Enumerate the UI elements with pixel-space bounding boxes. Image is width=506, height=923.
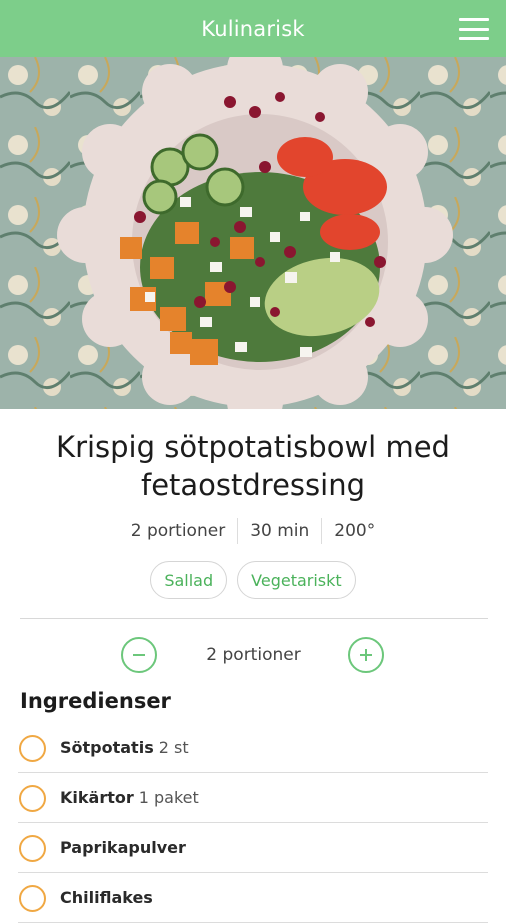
tag-list: Sallad Vegetariskt <box>0 561 506 599</box>
section-divider <box>20 618 488 619</box>
ingredients-heading: Ingredienser <box>20 689 171 713</box>
ingredient-name: Paprikapulver <box>60 838 186 857</box>
checkbox-circle-icon[interactable] <box>19 885 46 912</box>
portion-stepper: 2 portioner <box>0 637 506 677</box>
app-title: Kulinarisk <box>201 16 305 41</box>
ingredient-amount: 2 st <box>158 738 189 757</box>
checkbox-circle-icon[interactable] <box>19 785 46 812</box>
meta-time: 30 min <box>250 521 310 541</box>
plus-circle-icon[interactable] <box>348 637 384 673</box>
recipe-title: Krispig sötpotatisbowl med fetaostdressi… <box>56 430 450 502</box>
ingredient-name: Chiliflakes <box>60 888 153 907</box>
ingredient-name: Kikärtor <box>60 788 134 807</box>
meta-portions: 2 portioner <box>130 521 226 541</box>
ingredient-item[interactable]: Sötpotatis 2 st <box>18 723 488 773</box>
recipe-photo <box>0 57 506 409</box>
checkbox-circle-icon[interactable] <box>19 735 46 762</box>
meta-temperature: 200° <box>334 521 376 541</box>
checkbox-circle-icon[interactable] <box>19 835 46 862</box>
ingredient-item[interactable]: Paprikapulver <box>18 823 488 873</box>
minus-circle-icon[interactable] <box>121 637 157 673</box>
ingredient-name: Sötpotatis <box>60 738 154 757</box>
ingredient-amount: 1 paket <box>138 788 199 807</box>
ingredient-list: Sötpotatis 2 st Kikärtor 1 paket Paprikapu… <box>0 723 506 923</box>
food-bowl-image <box>0 57 506 409</box>
menu-icon[interactable] <box>459 18 489 40</box>
tag-vegetariskt[interactable]: Vegetariskt <box>237 561 356 599</box>
portion-count: 2 portioner <box>206 645 301 665</box>
ingredient-item[interactable]: Chiliflakes <box>18 873 488 923</box>
ingredient-item[interactable]: Kikärtor 1 paket <box>18 773 488 823</box>
app-header: Kulinarisk <box>0 0 506 57</box>
tag-sallad[interactable]: Sallad <box>150 561 228 599</box>
recipe-meta: 2 portioner 30 min 200° <box>0 518 506 544</box>
